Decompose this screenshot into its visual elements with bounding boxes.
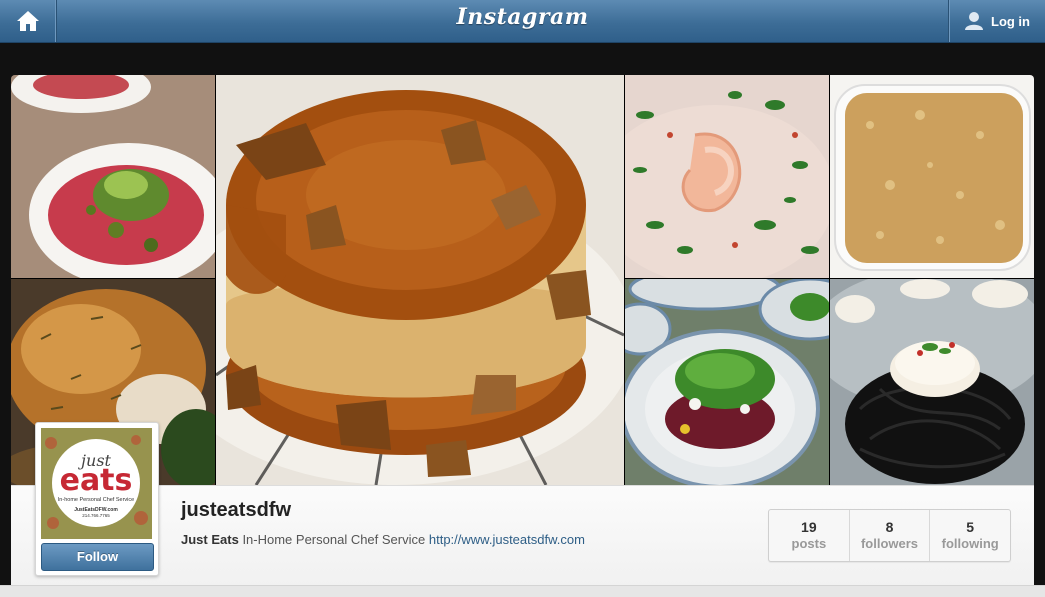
login-button[interactable]: Log in <box>948 0 1045 42</box>
stat-following-count: 5 <box>966 519 975 535</box>
photo-flan[interactable] <box>216 75 624 485</box>
stat-posts-label: posts <box>791 536 827 551</box>
profile-avatar-card: just eats In-home Personal Chef Service … <box>35 422 159 576</box>
photo-scallop-pasta[interactable] <box>830 279 1034 485</box>
photo-shrimp-soup[interactable] <box>625 75 829 278</box>
photo-grid <box>11 75 1034 485</box>
stat-followers[interactable]: 8 followers <box>850 510 931 561</box>
photo-beet-salad[interactable] <box>625 279 829 485</box>
user-icon <box>965 12 983 30</box>
avatar-phone: 214.766.7765 <box>82 513 110 518</box>
profile-bio-text: In-Home Personal Chef Service <box>242 532 426 547</box>
stat-following-label: following <box>941 536 999 551</box>
stat-followers-count: 8 <box>885 519 894 535</box>
content-divider <box>0 585 1045 597</box>
profile-full-name: Just Eats <box>181 532 239 547</box>
photo-gratin[interactable] <box>830 75 1034 278</box>
home-button[interactable] <box>0 0 57 42</box>
avatar-tagline: In-home Personal Chef Service <box>58 497 134 503</box>
top-navigation-bar: Instagram Log in <box>0 0 1045 43</box>
profile-website-link[interactable]: http://www.justeatsdfw.com <box>429 532 585 547</box>
profile-username: justeatsdfw <box>181 499 292 521</box>
profile-bio: Just Eats In-Home Personal Chef Service … <box>181 532 585 547</box>
instagram-logo: Instagram <box>456 4 589 30</box>
photo-beef-carpaccio[interactable] <box>11 75 215 278</box>
stat-posts[interactable]: 19 posts <box>769 510 850 561</box>
stat-followers-label: followers <box>860 536 919 551</box>
follow-button[interactable]: Follow <box>41 543 154 571</box>
avatar[interactable]: just eats In-home Personal Chef Service … <box>41 428 152 539</box>
stat-following[interactable]: 5 following <box>930 510 1010 561</box>
stat-posts-count: 19 <box>801 519 817 535</box>
home-icon <box>17 11 39 31</box>
profile-stats: 19 posts 8 followers 5 following <box>768 509 1011 562</box>
login-label: Log in <box>991 13 1030 29</box>
avatar-brand-bottom: eats <box>60 463 133 498</box>
